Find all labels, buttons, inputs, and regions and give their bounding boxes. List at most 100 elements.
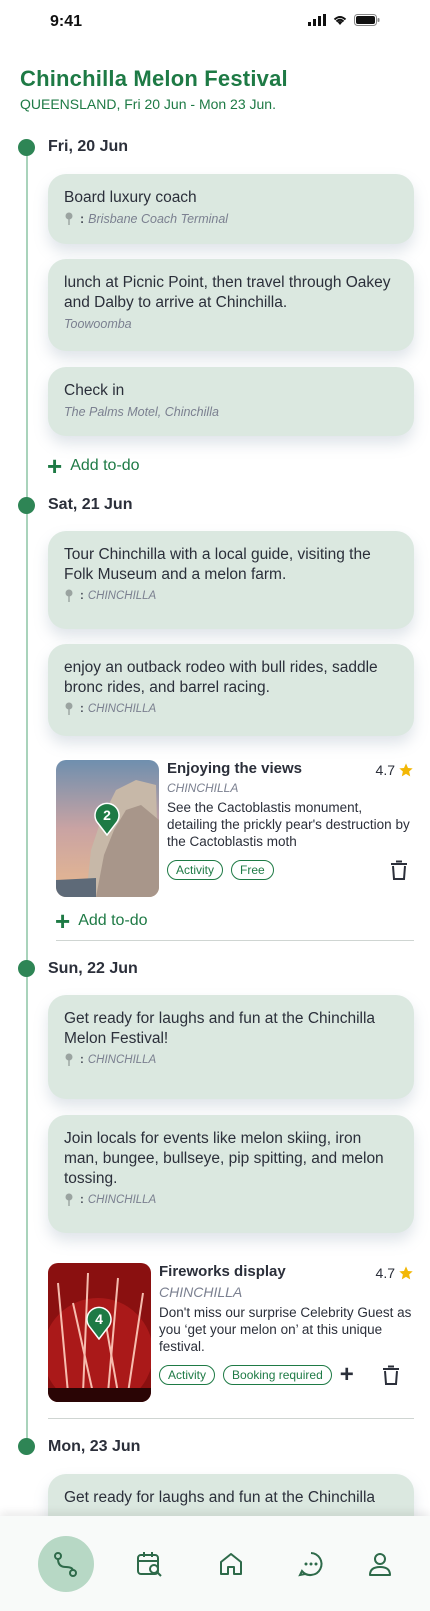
todo-location-text: CHINCHILLA (87, 1054, 157, 1066)
day-label: Mon, 23 Jun (48, 1438, 141, 1455)
trip-header: Chinchilla Melon Festival QUEENSLAND, Fr… (20, 66, 288, 112)
poi-rating: 4.7 (376, 762, 414, 778)
todo-location: Toowoomba (64, 317, 398, 331)
svg-text:2: 2 (103, 807, 111, 823)
todo-card[interactable]: Check in The Palms Motel, Chinchilla (48, 367, 414, 436)
bottom-nav (0, 1516, 430, 1611)
tag-badge: Free (231, 860, 274, 880)
location-pin-icon (65, 212, 73, 225)
poi-card[interactable]: 4 Fireworks display 4.7 CHINCHILLA Don't… (48, 1263, 414, 1402)
tag-badge: Activity (159, 1365, 216, 1385)
day-label: Sat, 21 Jun (48, 496, 133, 513)
todo-title: enjoy an outback rodeo with bull rides, … (64, 659, 378, 696)
timeline-dot (18, 960, 35, 977)
todo-location: The Palms Motel, Chinchilla (64, 405, 398, 419)
timeline-dot (18, 497, 35, 514)
add-todo-label: Add to-do (78, 912, 148, 929)
location-pin-icon (65, 1053, 73, 1066)
todo-title: lunch at Picnic Point, then travel throu… (64, 274, 391, 311)
itinerary-icon (54, 1552, 77, 1577)
todo-title: Tour Chinchilla with a local guide, visi… (64, 546, 371, 583)
poi-description: Don't miss our surprise Celebrity Guest … (159, 1305, 412, 1354)
profile-icon (369, 1553, 391, 1576)
todo-card[interactable]: lunch at Picnic Point, then travel throu… (48, 259, 414, 351)
nav-itinerary[interactable] (38, 1536, 94, 1592)
todo-location-text: The Palms Motel, Chinchilla (64, 405, 219, 419)
poi-location: CHINCHILLA (159, 1284, 243, 1300)
calendar-search-icon (137, 1552, 162, 1577)
day-label: Fri, 20 Jun (48, 138, 129, 155)
todo-location: : CHINCHILLA (64, 589, 398, 603)
poi-card[interactable]: 2 Enjoying the views 4.7 CHINCHILLA See … (56, 760, 414, 897)
todo-title: Check in (64, 382, 125, 399)
svg-text:4: 4 (95, 1311, 103, 1327)
home-icon (220, 1553, 242, 1575)
trip-subtitle: QUEENSLAND, Fri 20 Jun - Mon 23 Jun. (20, 96, 276, 112)
status-icons (308, 14, 380, 26)
add-todo-button[interactable]: + Add to-do (47, 451, 140, 481)
battery-icon (354, 14, 380, 26)
todo-location: : Brisbane Coach Terminal (64, 212, 398, 226)
map-marker-icon: 2 (94, 802, 120, 836)
todo-title: Board luxury coach (64, 189, 197, 206)
location-pin-icon (65, 589, 73, 602)
timeline-line (26, 147, 28, 1447)
poi-tags: Activity Booking required + (159, 1363, 414, 1387)
day-label: Sun, 22 Jun (48, 960, 138, 977)
divider (48, 1418, 414, 1419)
nav-calendar[interactable] (121, 1536, 177, 1592)
timeline-dot (18, 1438, 35, 1455)
todo-card[interactable]: Board luxury coach : Brisbane Coach Term… (48, 174, 414, 244)
location-pin-icon (65, 1193, 73, 1206)
poi-image: 4 (48, 1263, 151, 1402)
todo-location: : CHINCHILLA (64, 1053, 398, 1067)
status-time: 9:41 (50, 13, 83, 30)
poi-description: See the Cactoblastis monument, detailing… (167, 800, 410, 849)
nav-chat[interactable] (283, 1536, 339, 1592)
plus-icon: + (47, 451, 63, 481)
signal-icon (308, 14, 326, 26)
todo-location-text: CHINCHILLA (87, 703, 157, 715)
poi-tags: Activity Free (167, 860, 414, 880)
todo-card[interactable]: Get ready for laughs and fun at the Chin… (48, 995, 414, 1099)
todo-location: : CHINCHILLA (64, 1193, 398, 1207)
page-title: Chinchilla Melon Festival (20, 66, 288, 91)
trash-icon[interactable] (390, 860, 408, 880)
poi-details: Enjoying the views 4.7 CHINCHILLA See th… (167, 760, 414, 897)
map-marker-icon: 4 (86, 1306, 112, 1340)
location-pin-icon (65, 702, 73, 715)
poi-rating: 4.7 (376, 1265, 414, 1281)
trash-icon[interactable] (382, 1365, 400, 1385)
poi-details: Fireworks display 4.7 CHINCHILLA Don't m… (159, 1263, 414, 1402)
star-icon (399, 1266, 413, 1280)
todo-card[interactable]: Join locals for events like melon skiing… (48, 1115, 414, 1233)
todo-card[interactable]: enjoy an outback rodeo with bull rides, … (48, 644, 414, 736)
plus-icon: + (55, 906, 71, 936)
wifi-icon (333, 16, 347, 25)
rating-value: 4.7 (375, 1265, 395, 1281)
poi-image: 2 (56, 760, 159, 897)
add-todo-label: Add to-do (70, 457, 140, 474)
todo-location-text: Toowoomba (64, 317, 132, 331)
star-icon (399, 763, 413, 777)
status-bar: 9:41 (0, 0, 430, 44)
todo-location: : CHINCHILLA (64, 702, 398, 716)
todo-title: Get ready for laughs and fun at the Chin… (64, 1010, 376, 1047)
tag-badge: Booking required (223, 1365, 332, 1385)
todo-location-text: CHINCHILLA (87, 1194, 157, 1206)
nav-profile[interactable] (352, 1536, 408, 1592)
tag-badge: Activity (167, 860, 224, 880)
rating-value: 4.7 (375, 762, 395, 778)
poi-location: CHINCHILLA (167, 781, 239, 795)
add-icon[interactable]: + (340, 1363, 354, 1387)
todo-location-text: CHINCHILLA (87, 590, 157, 602)
timeline-dot (18, 139, 35, 156)
divider (56, 940, 414, 941)
todo-location-text: Brisbane Coach Terminal (88, 212, 229, 226)
todo-title: Join locals for events like melon skiing… (64, 1130, 384, 1187)
nav-home[interactable] (203, 1536, 259, 1592)
todo-card[interactable]: Tour Chinchilla with a local guide, visi… (48, 531, 414, 629)
chat-icon (298, 1552, 323, 1577)
todo-title: Get ready for laughs and fun at the Chin… (64, 1489, 376, 1506)
add-todo-button[interactable]: + Add to-do (55, 906, 148, 936)
